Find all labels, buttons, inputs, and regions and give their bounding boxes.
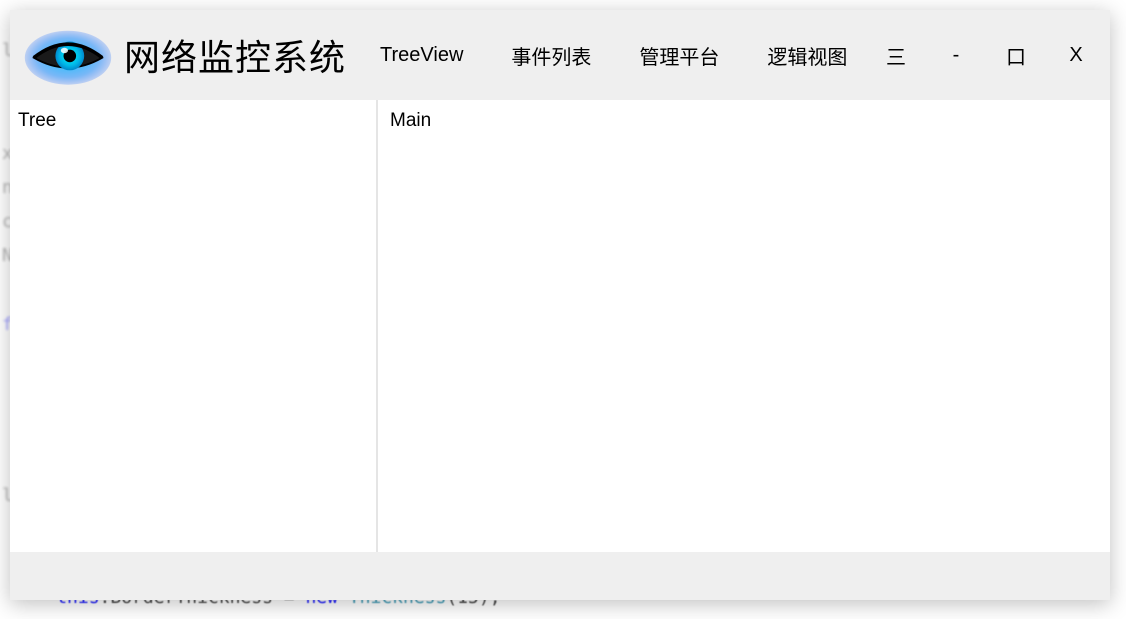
main-panel-label: Main (390, 110, 1098, 132)
window-controls: 三 - 口 X (882, 41, 1100, 69)
maximize-button[interactable]: 口 (1002, 41, 1030, 69)
content-area: Tree Main (10, 100, 1110, 552)
app-logo (18, 18, 118, 93)
tree-panel-label: Tree (18, 110, 368, 132)
tab-management[interactable]: 管理平台 (635, 35, 723, 76)
tab-event-list[interactable]: 事件列表 (507, 35, 595, 76)
menu-button[interactable]: 三 (882, 41, 910, 69)
app-window: 网络监控系统 TreeView 事件列表 管理平台 逻辑视图 三 - 口 X T… (10, 10, 1110, 600)
status-bar (10, 552, 1110, 600)
minimize-button[interactable]: - (942, 41, 970, 69)
tree-panel: Tree (10, 100, 378, 552)
close-button[interactable]: X (1062, 41, 1090, 69)
title-bar: 网络监控系统 TreeView 事件列表 管理平台 逻辑视图 三 - 口 X (10, 10, 1110, 100)
eye-logo-icon (23, 20, 113, 90)
tab-logic-view[interactable]: 逻辑视图 (763, 35, 851, 76)
nav-tabs: TreeView 事件列表 管理平台 逻辑视图 (376, 35, 862, 76)
app-title: 网络监控系统 (124, 29, 346, 81)
main-panel: Main (378, 100, 1110, 552)
tab-treeview[interactable]: TreeView (376, 38, 467, 73)
